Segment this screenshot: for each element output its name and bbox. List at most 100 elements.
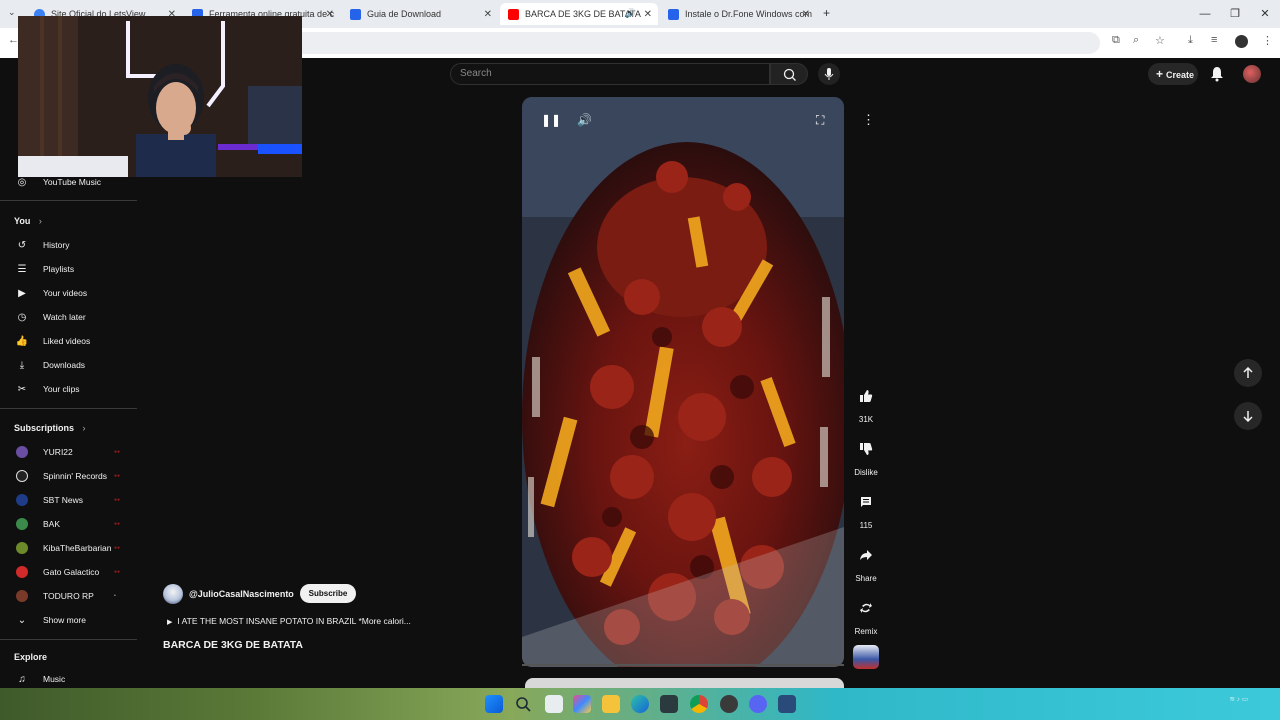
- sidebar-item-playlists[interactable]: ☰ Playlists: [0, 257, 137, 281]
- app-window-icon[interactable]: [778, 695, 796, 713]
- tab-audio-icon[interactable]: 🔊: [625, 8, 636, 19]
- subscribe-button[interactable]: Subscribe: [300, 584, 356, 603]
- sidebar-item-subscription[interactable]: Spinnin' Records ●●: [0, 464, 137, 488]
- terminal-icon[interactable]: [660, 695, 678, 713]
- sidebar-item-your-videos[interactable]: ▶ Your videos: [0, 281, 137, 305]
- share-icon-wrap: [851, 540, 881, 570]
- close-window-icon[interactable]: ✕: [1250, 0, 1280, 28]
- channel-handle[interactable]: @JulioCasalNascimento: [189, 589, 294, 599]
- sidebar-item-label: History: [43, 240, 70, 250]
- close-tab-icon[interactable]: ✕: [802, 9, 810, 20]
- channel-avatar: [16, 494, 28, 506]
- channel-avatar[interactable]: [163, 584, 183, 604]
- address-bar[interactable]: [290, 32, 1100, 54]
- video-progress-bar[interactable]: [522, 664, 844, 666]
- comments-button[interactable]: 115: [849, 487, 883, 530]
- sidebar-item-label: KibaTheBarbarian: [43, 543, 112, 553]
- cast-icon[interactable]: ⧉: [1112, 34, 1120, 47]
- browser-menu-icon[interactable]: ⋮: [1262, 34, 1273, 47]
- close-tab-icon[interactable]: ✕: [644, 9, 652, 20]
- sound-source-thumbnail[interactable]: [853, 645, 879, 669]
- copilot-icon[interactable]: [573, 695, 591, 713]
- sidebar-item-label: Liked videos: [43, 336, 91, 346]
- sidebar-item-label: Downloads: [43, 360, 86, 370]
- live-indicator-icon: ●●: [114, 569, 121, 575]
- app-icon[interactable]: [720, 695, 738, 713]
- chrome-icon[interactable]: [690, 695, 708, 713]
- more-options-icon[interactable]: ⋮: [862, 112, 875, 128]
- browser-tab-youtube[interactable]: BARCA DE 3KG DE BATATA 🔊 ✕: [500, 3, 658, 25]
- sidebar-item-subscription[interactable]: KibaTheBarbarian ●●: [0, 536, 137, 560]
- restore-icon[interactable]: ❐: [1220, 0, 1250, 28]
- sidebar-item-subscription[interactable]: YURI22 ●●: [0, 440, 137, 464]
- subscriptions-section-header[interactable]: Subscriptions ›: [14, 423, 86, 433]
- explore-section-header: Explore: [14, 652, 47, 662]
- remix-label: Remix: [854, 627, 878, 636]
- remix-icon: [860, 603, 872, 613]
- zoom-icon[interactable]: ⌕: [1133, 34, 1139, 47]
- browser-tab-drfone[interactable]: Instale o Dr.Fone Windows com ✕: [660, 3, 816, 25]
- tab-title: Instale o Dr.Fone Windows com: [685, 9, 813, 19]
- sidebar-item-label: Show more: [43, 615, 86, 625]
- remix-icon-wrap: [851, 593, 881, 623]
- search-input[interactable]: Search: [450, 63, 770, 85]
- previous-short-button[interactable]: [1234, 359, 1262, 387]
- media-controls-icon[interactable]: ≡: [1211, 34, 1217, 46]
- sidebar-item-liked-videos[interactable]: 👍 Liked videos: [0, 329, 137, 353]
- plus-icon: +: [1156, 67, 1164, 81]
- file-explorer-icon[interactable]: [602, 695, 620, 713]
- short-description[interactable]: ▶ I ATE THE MOST INSANE POTATO IN BRAZIL …: [167, 616, 411, 626]
- edge-icon[interactable]: [631, 695, 649, 713]
- share-button[interactable]: Share: [849, 540, 883, 583]
- search-button[interactable]: [770, 63, 808, 85]
- your-videos-icon: ▶: [18, 287, 26, 299]
- you-section-header[interactable]: You ›: [14, 216, 42, 226]
- pause-button[interactable]: ❚❚: [541, 113, 561, 127]
- search-icon: [783, 68, 796, 81]
- new-tab-icon[interactable]: +: [823, 6, 830, 20]
- fullscreen-button[interactable]: ⛶: [816, 113, 824, 128]
- bookmark-star-icon[interactable]: ☆: [1155, 34, 1165, 47]
- sidebar-item-subscription[interactable]: Gato Galactico ●●: [0, 560, 137, 584]
- like-button[interactable]: 31K: [849, 381, 883, 424]
- channel-avatar: [16, 518, 28, 530]
- next-short-button[interactable]: [1234, 402, 1262, 430]
- system-tray-clock[interactable]: ≋ ♪ ▭: [1230, 695, 1266, 704]
- sidebar-item-subscription[interactable]: BAK ●●: [0, 512, 137, 536]
- chevron-right-icon: ›: [82, 423, 86, 433]
- volume-button[interactable]: 🔊: [577, 113, 592, 127]
- voice-search-button[interactable]: [818, 63, 840, 85]
- sidebar-item-label: YURI22: [43, 447, 73, 457]
- account-avatar[interactable]: [1243, 65, 1261, 83]
- dislike-button[interactable]: Dislike: [849, 434, 883, 477]
- sidebar-item-your-clips[interactable]: ✂ Your clips: [0, 377, 137, 401]
- close-tab-icon[interactable]: ✕: [326, 9, 334, 20]
- sidebar-item-watch-later[interactable]: ◷ Watch later: [0, 305, 137, 329]
- notifications-button[interactable]: [1210, 66, 1224, 87]
- playlists-icon: ☰: [17, 263, 27, 275]
- discord-icon[interactable]: [749, 695, 767, 713]
- section-title: Subscriptions: [14, 423, 75, 433]
- video-frame-image: [522, 97, 844, 667]
- sidebar-item-history[interactable]: ↺ History: [0, 233, 137, 257]
- search-icon[interactable]: [514, 695, 532, 713]
- shorts-video-player[interactable]: ❚❚ 🔊 ⛶: [522, 97, 844, 667]
- windows-start-icon[interactable]: [485, 695, 503, 713]
- minimize-icon[interactable]: —: [1190, 0, 1220, 28]
- windows-taskbar: ≋ ♪ ▭: [0, 688, 1280, 720]
- sidebar-item-subscription[interactable]: TODURO RP •: [0, 584, 137, 608]
- download-icon[interactable]: ⤓: [1188, 34, 1193, 47]
- profile-avatar-icon[interactable]: [1235, 35, 1248, 48]
- show-more-button[interactable]: ⌄ Show more: [0, 608, 137, 632]
- tab-search-icon[interactable]: ⌄: [8, 7, 16, 18]
- close-tab-icon[interactable]: ✕: [484, 9, 492, 20]
- create-button[interactable]: + Create: [1148, 63, 1198, 85]
- watch-later-icon: ◷: [17, 311, 27, 323]
- sidebar-item-subscription[interactable]: SBT News ●●: [0, 488, 137, 512]
- sidebar-item-downloads[interactable]: ⤓ Downloads: [0, 353, 137, 377]
- task-view-icon[interactable]: [545, 695, 563, 713]
- browser-tab-guia-download[interactable]: Guia de Download ✕: [342, 3, 498, 25]
- comment-count: 115: [859, 521, 873, 530]
- remix-button[interactable]: Remix: [849, 593, 883, 636]
- like-count: 31K: [858, 415, 874, 424]
